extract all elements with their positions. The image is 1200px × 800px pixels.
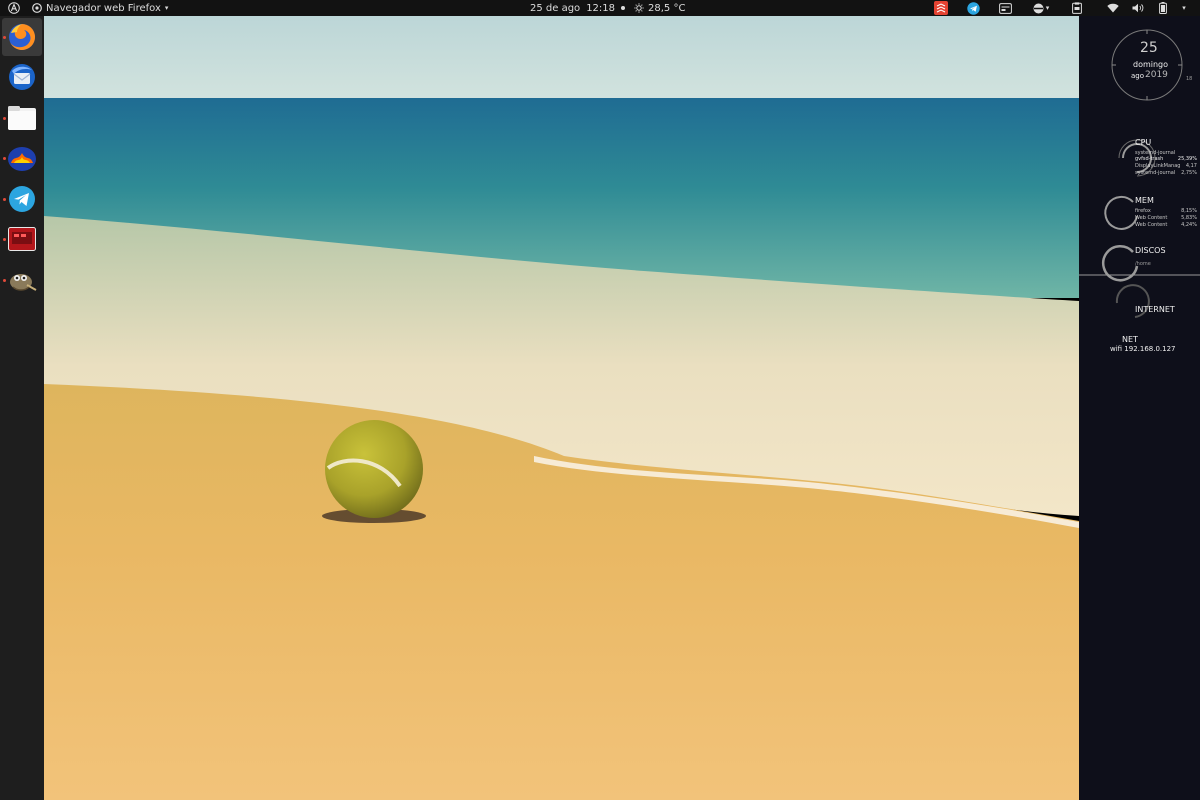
running-indicator <box>3 198 6 201</box>
firefox-icon <box>9 24 35 50</box>
dock <box>0 16 44 800</box>
running-indicator <box>3 238 6 241</box>
conky-gauges <box>1079 29 1200 318</box>
dock-item-app-4[interactable] <box>2 139 42 177</box>
cpu-label: CPU <box>1135 138 1152 147</box>
battery-icon[interactable] <box>1155 1 1171 15</box>
app-6-icon <box>8 227 36 251</box>
desktop-wallpaper <box>44 16 1079 800</box>
mem-process-row: Web Content 4,24% <box>1135 222 1197 228</box>
date-label: 25 de ago <box>530 2 581 14</box>
clock-hour-mark: 18 <box>1186 76 1193 82</box>
internet-label: INTERNET <box>1135 305 1175 314</box>
dock-item-app-6[interactable] <box>2 220 42 258</box>
sun-icon <box>634 3 644 13</box>
telegram-icon <box>9 186 35 212</box>
running-indicator <box>3 36 6 39</box>
app-menu-title: Navegador web Firefox <box>46 2 161 14</box>
running-indicator <box>3 117 6 120</box>
mem-label: MEM <box>1135 196 1154 205</box>
top-panel: Navegador web Firefox ▾ 25 de ago 12:18 … <box>0 0 1200 16</box>
telegram-tray-icon[interactable] <box>965 1 981 15</box>
dock-item-thunderbird[interactable] <box>2 58 42 96</box>
clock-year: 2019 <box>1145 70 1168 80</box>
system-tray: ▾ ▾ <box>927 0 1200 16</box>
app-4-icon <box>8 147 36 171</box>
clock-weekday: domingo <box>1133 60 1169 69</box>
todoist-tray-icon[interactable] <box>933 1 949 15</box>
dock-item-firefox[interactable] <box>2 18 42 56</box>
firefox-small-icon <box>32 3 42 13</box>
beach-tennis-ball-image <box>44 16 1079 800</box>
activities-button[interactable] <box>0 0 28 16</box>
activities-logo-icon <box>8 2 20 14</box>
dock-item-gimp[interactable] <box>2 261 42 299</box>
clock-day: 25 <box>1140 40 1158 56</box>
conky-widget-panel: 25 domingo ago 2019 18 CPU systemd-journ… <box>1079 16 1200 800</box>
dock-item-files[interactable] <box>2 99 42 137</box>
net-label: NET <box>1122 335 1138 344</box>
weather-indicator[interactable]: 28,5 °C <box>634 0 685 16</box>
cpu-process-row: gvfsd-trash 25,39% <box>1135 156 1197 162</box>
clock-month: ago <box>1131 72 1145 80</box>
mem-process-row: firefox 8,15% <box>1135 208 1197 214</box>
notification-dot-icon <box>621 6 626 10</box>
wifi-icon[interactable] <box>1105 1 1121 15</box>
mem-process-row: Web Content 5,83% <box>1135 215 1197 221</box>
cpu-process-row: DisplayLinkManag 4,17 <box>1135 163 1197 169</box>
temperature-label: 28,5 °C <box>648 2 686 14</box>
disks-label: DISCOS <box>1135 246 1166 255</box>
thunderbird-icon <box>9 64 35 90</box>
clipboard-tray-icon[interactable] <box>1069 1 1085 15</box>
disks-mount: /home <box>1135 261 1151 267</box>
drive-tray-icon[interactable] <box>997 1 1013 15</box>
net-info: wifi 192.168.0.127 <box>1110 345 1176 353</box>
date-time-menu[interactable]: 25 de ago 12:18 <box>530 0 626 16</box>
cpu-process-row: systemd-journal 2,75% <box>1135 170 1197 176</box>
files-folder-icon <box>8 106 36 130</box>
time-label: 12:18 <box>586 2 616 14</box>
dock-item-telegram[interactable] <box>2 180 42 218</box>
system-menu-chevron-icon[interactable]: ▾ <box>1180 1 1188 15</box>
gimp-icon <box>10 274 37 291</box>
vpn-menu-icon[interactable]: ▾ <box>1029 1 1053 15</box>
running-indicator <box>3 157 6 160</box>
running-indicator <box>3 279 6 282</box>
app-menu[interactable]: Navegador web Firefox ▾ <box>32 3 168 14</box>
chevron-down-icon: ▾ <box>164 4 169 12</box>
volume-icon[interactable] <box>1130 1 1146 15</box>
